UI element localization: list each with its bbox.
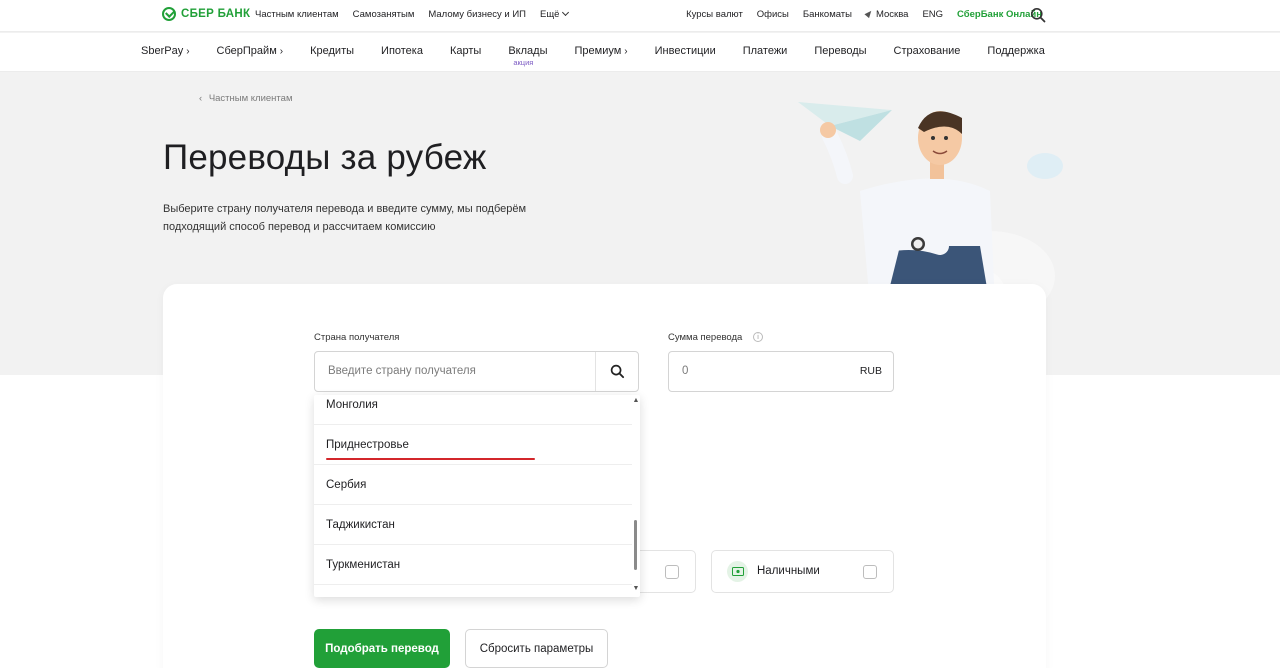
payment-option-checkbox[interactable] [665, 565, 679, 579]
country-label: Страна получателя [314, 332, 400, 343]
chevron-right-icon: › [186, 46, 190, 57]
amount-field[interactable]: 0 RUB [668, 351, 894, 392]
scroll-up-icon[interactable]: ▲ [632, 397, 640, 405]
highlight-underline [326, 458, 535, 460]
language-switch[interactable]: ENG [922, 9, 943, 20]
city-label: Москва [876, 9, 909, 20]
nav-private-clients[interactable]: Частным клиентам [255, 9, 339, 20]
info-icon[interactable]: i [753, 332, 763, 342]
nav-deposits[interactable]: Вклады акция [508, 45, 548, 67]
nav-support[interactable]: Поддержка [987, 45, 1044, 57]
top-bar: СБЕР БАНК Частным клиентам Самозанятым М… [0, 0, 1280, 32]
link-atms[interactable]: Банкоматы [803, 9, 852, 20]
search-icon[interactable] [1030, 7, 1046, 23]
nav-sberpay[interactable]: SberPay › [141, 45, 190, 57]
nav-small-business[interactable]: Малому бизнесу и ИП [428, 9, 526, 20]
nav-sberpay-label: SberPay [141, 45, 184, 57]
chevron-down-icon [562, 8, 570, 17]
products-nav: SberPay › СберПрайм › Кредиты Ипотека Карт… [0, 33, 1280, 72]
amount-value: 0 [682, 365, 689, 377]
page-subtitle: Выберите страну получателя перевода и вв… [163, 203, 527, 233]
country-placeholder: Введите страну получателя [328, 365, 476, 377]
nav-insurance[interactable]: Страхование [894, 45, 961, 57]
nav-sberprime[interactable]: СберПрайм › [217, 45, 284, 57]
nav-investments[interactable]: Инвестиции [655, 45, 716, 57]
nav-more-label: Ещё [540, 9, 560, 20]
man-with-paper-plane-illustration [798, 102, 1063, 306]
sber-logo[interactable]: СБЕР БАНК [162, 7, 250, 21]
dropdown-option[interactable]: Таджикистан [314, 505, 632, 545]
cash-option-label: Наличными [757, 565, 820, 577]
chevron-right-icon: › [624, 46, 628, 57]
nav-payments[interactable]: Платежи [743, 45, 788, 57]
nav-cards[interactable]: Карты [450, 45, 481, 57]
scroll-down-icon[interactable]: ▼ [632, 585, 640, 593]
nav-more[interactable]: Ещё [540, 8, 570, 20]
audience-nav: Частным клиентам Самозанятым Малому бизн… [255, 8, 570, 20]
cash-icon [727, 561, 748, 582]
country-dropdown: Монголия Приднестровье Сербия Таджикиста… [314, 395, 640, 597]
find-transfer-button[interactable]: Подобрать перевод [314, 629, 450, 668]
logo-text: СБЕР БАНК [181, 8, 251, 20]
nav-premium[interactable]: Премиум › [574, 45, 627, 57]
nav-transfers[interactable]: Переводы [814, 45, 866, 57]
nav-credits[interactable]: Кредиты [310, 45, 354, 57]
dropdown-option[interactable]: Монголия [314, 395, 632, 425]
nav-deposits-label: Вклады [508, 45, 548, 57]
dropdown-option[interactable]: Туркменистан [314, 545, 632, 585]
nav-sberprime-label: СберПрайм [216, 45, 277, 57]
amount-label: Сумма перевода [668, 332, 743, 343]
nav-self-employed[interactable]: Самозанятым [353, 9, 415, 20]
country-search-button[interactable] [596, 352, 639, 391]
city-selector[interactable]: Москва [864, 8, 909, 20]
link-offices[interactable]: Офисы [757, 9, 789, 20]
chevron-right-icon: › [279, 46, 284, 57]
sber-logo-icon [162, 7, 176, 21]
country-search-field[interactable]: Введите страну получателя [314, 351, 639, 392]
dropdown-option[interactable]: Сербия [314, 465, 632, 505]
utility-nav: Курсы валют Офисы Банкоматы Москва ENG С… [686, 8, 1042, 20]
search-icon [610, 364, 625, 379]
link-currency-rates[interactable]: Курсы валют [686, 9, 743, 20]
nav-premium-label: Премиум [574, 45, 622, 57]
breadcrumb[interactable]: ‹ Частным клиентам [199, 93, 292, 104]
nav-mortgage[interactable]: Ипотека [381, 45, 423, 57]
page-title: Переводы за рубеж [163, 138, 487, 177]
location-arrow-icon [864, 8, 874, 19]
currency-label: RUB [859, 365, 882, 377]
chevron-left-icon: ‹ [199, 93, 203, 104]
reset-params-button[interactable]: Сбросить параметры [465, 629, 608, 668]
promo-badge: акция [513, 58, 534, 67]
scrollbar-thumb[interactable] [634, 520, 637, 570]
breadcrumb-label: Частным клиентам [208, 93, 293, 104]
cash-option-checkbox[interactable] [863, 565, 877, 579]
